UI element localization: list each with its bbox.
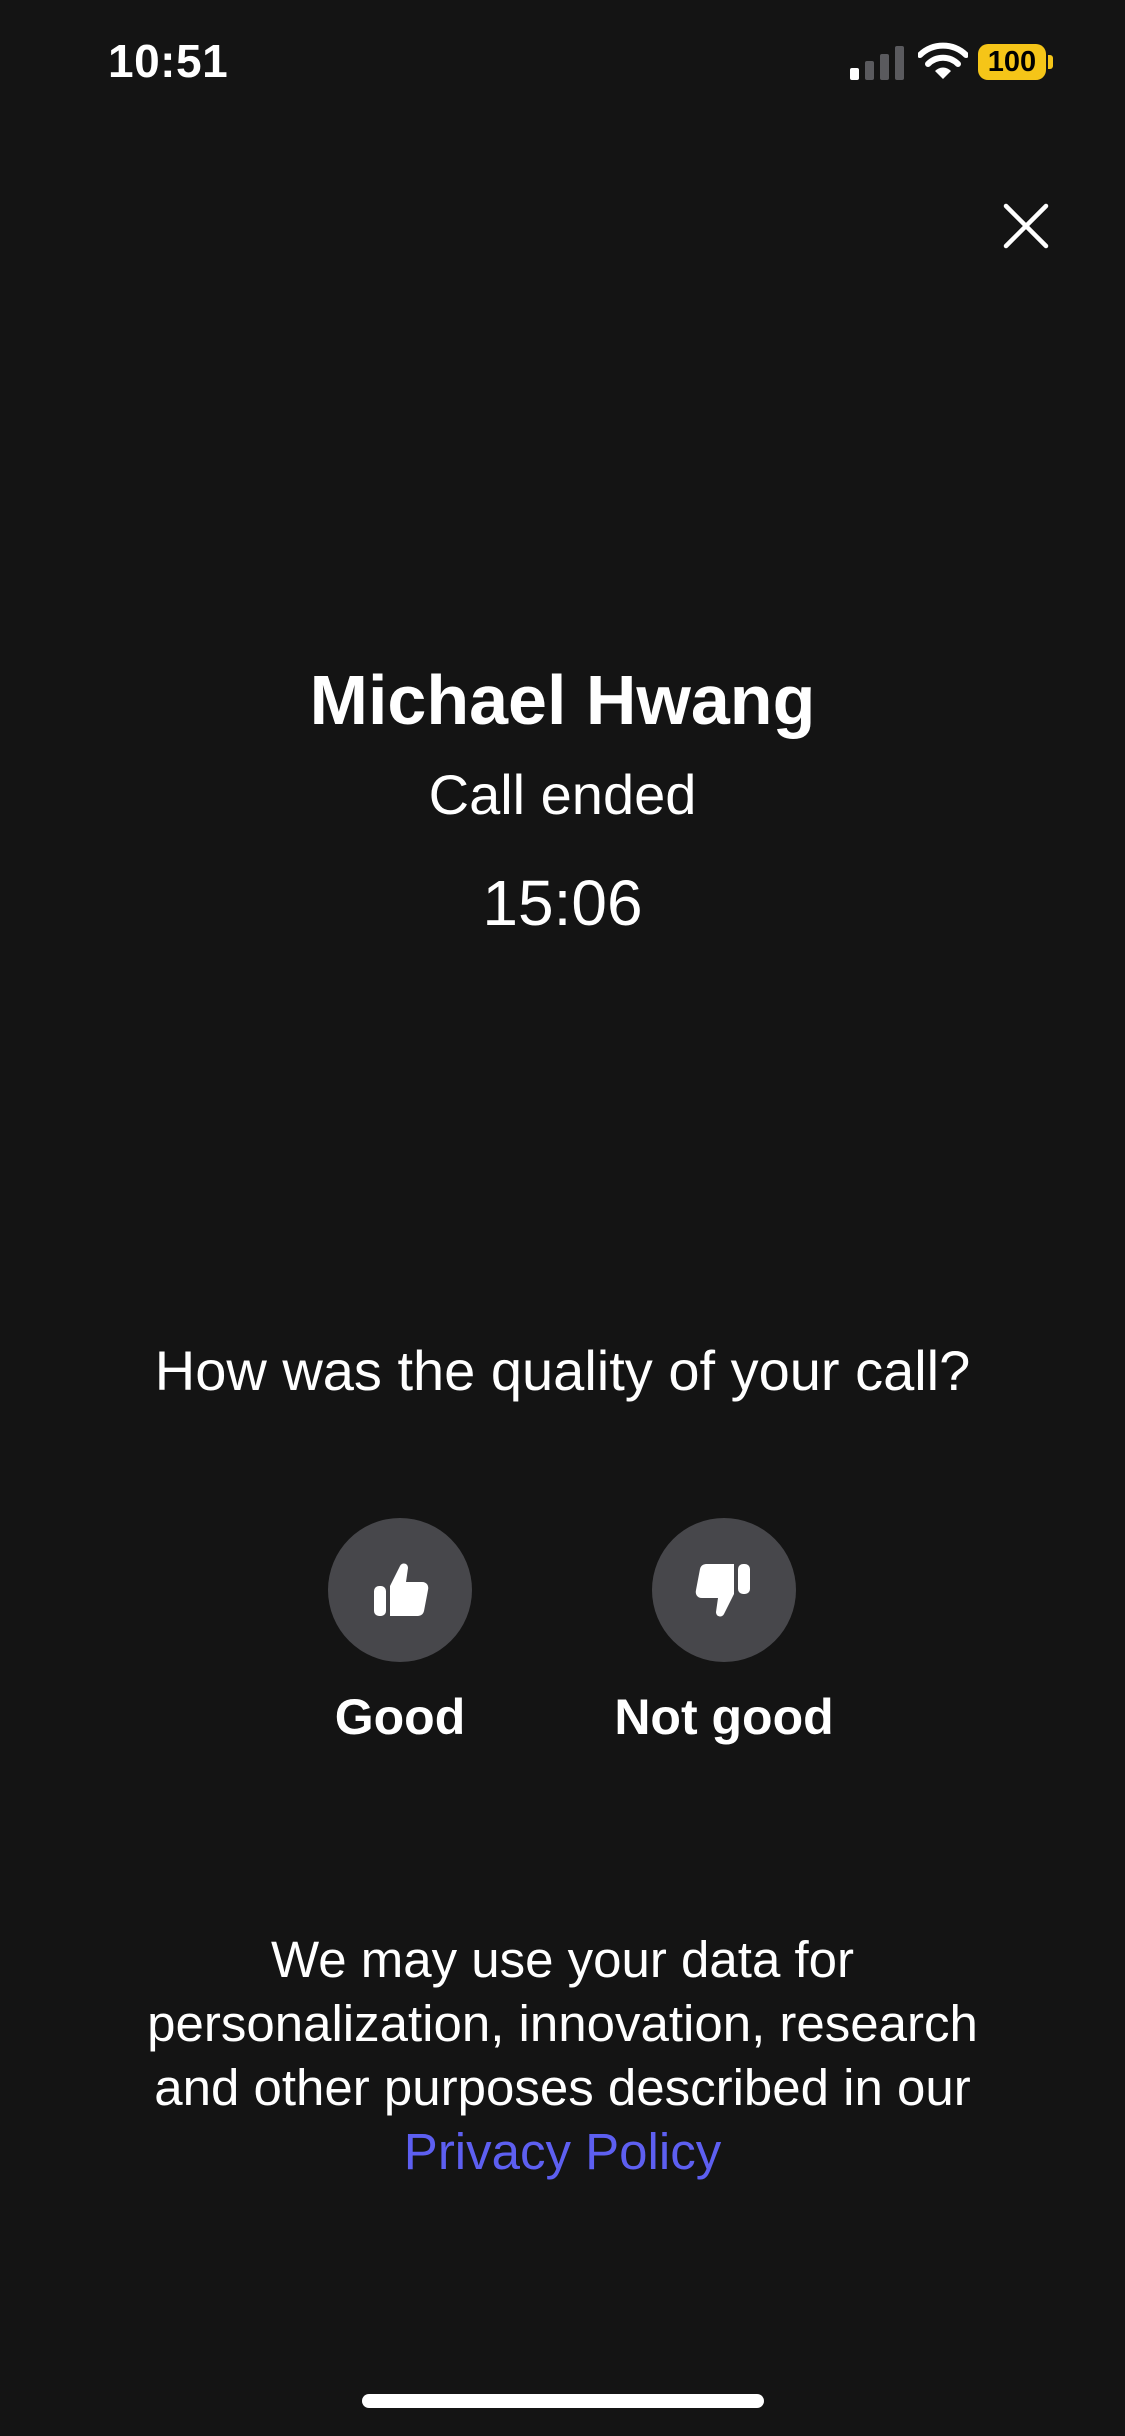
privacy-policy-link[interactable]: Privacy Policy <box>404 2123 721 2180</box>
call-duration: 15:06 <box>482 867 643 939</box>
thumbs-up-icon <box>374 1563 429 1616</box>
rate-good-button[interactable]: Good <box>260 1518 540 1746</box>
thumbs-down-icon <box>695 1564 750 1617</box>
close-icon <box>1003 203 1049 249</box>
rate-good-circle[interactable] <box>328 1518 472 1662</box>
rate-not-good-circle[interactable] <box>652 1518 796 1662</box>
quality-question: How was the quality of your call? <box>154 1339 971 1402</box>
battery-tip <box>1048 55 1053 69</box>
status-bar: 10:51 100 <box>0 0 1125 130</box>
wifi-icon <box>918 42 968 79</box>
home-indicator[interactable] <box>362 2394 764 2408</box>
status-time: 10:51 <box>108 35 229 87</box>
cellular-signal-icon <box>850 46 904 80</box>
caller-name: Michael Hwang <box>309 661 816 739</box>
battery-indicator: 100 <box>978 44 1053 80</box>
privacy-notice-text: We may use your data for personalization… <box>147 1931 978 2116</box>
close-button[interactable] <box>990 190 1062 262</box>
battery-level: 100 <box>978 44 1046 80</box>
privacy-notice: We may use your data for personalization… <box>100 1928 1025 2184</box>
rate-good-label: Good <box>334 1689 466 1745</box>
rate-not-good-label: Not good <box>614 1689 834 1745</box>
rate-not-good-button[interactable]: Not good <box>584 1518 864 1746</box>
call-status: Call ended <box>428 763 697 826</box>
